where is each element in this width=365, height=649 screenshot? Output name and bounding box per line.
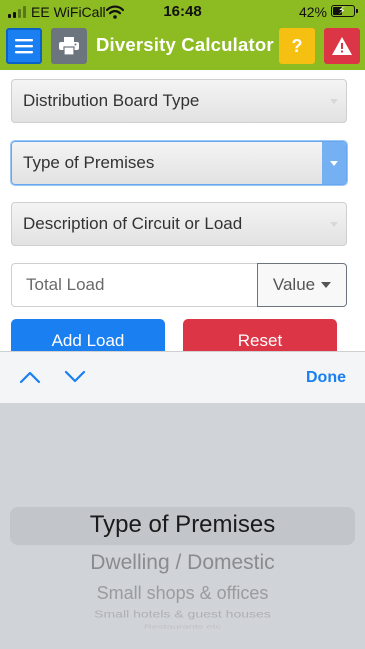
picker-option[interactable]: Restaurants etc xyxy=(0,624,365,630)
picker-toolbar: Done xyxy=(0,351,365,403)
total-load-input[interactable] xyxy=(11,263,258,307)
chevron-down-icon xyxy=(330,160,338,166)
value-dropdown-button[interactable]: Value xyxy=(257,263,347,307)
chevron-down-icon xyxy=(330,221,338,227)
battery-icon: ⚡ xyxy=(331,5,358,17)
distribution-board-type-select[interactable]: Distribution Board Type xyxy=(11,79,347,123)
caret-down-icon xyxy=(321,282,332,288)
battery-percent: 42% xyxy=(298,4,327,20)
print-button[interactable] xyxy=(51,28,87,64)
value-dropdown-label: Value xyxy=(272,275,316,294)
done-button[interactable]: Done xyxy=(306,369,346,387)
type-of-premises-select[interactable]: Type of Premises xyxy=(11,141,347,185)
picker-option-selected[interactable]: Type of Premises xyxy=(0,511,365,539)
charging-bolt-icon: ⚡ xyxy=(338,5,346,17)
select-caret-box xyxy=(322,80,346,122)
picker-option[interactable]: Small hotels & guest houses xyxy=(0,608,365,619)
picker-wheel[interactable]: Type of Premises Dwelling / Domestic Sma… xyxy=(0,403,365,649)
type-of-premises-label: Type of Premises xyxy=(23,153,155,172)
help-button[interactable]: ? xyxy=(279,28,315,64)
select-caret-box xyxy=(322,203,346,245)
picker-option[interactable]: Small shops & offices xyxy=(0,583,365,604)
select-caret-box xyxy=(322,142,346,184)
app-title: Diversity Calculator xyxy=(96,34,274,55)
chevron-down-icon xyxy=(330,98,338,104)
chevron-down-icon[interactable] xyxy=(64,370,86,384)
hamburger-menu-icon xyxy=(15,39,33,54)
menu-button[interactable] xyxy=(6,28,42,64)
circuit-description-label: Description of Circuit or Load xyxy=(23,214,243,233)
picker-option[interactable]: Dwelling / Domestic xyxy=(0,551,365,575)
warning-triangle-icon xyxy=(332,37,352,55)
printer-icon xyxy=(59,37,79,55)
app-header: EE WiFiCall 16:48 42% ⚡ Diversity Calcul… xyxy=(0,0,365,70)
chevron-up-icon[interactable] xyxy=(19,370,41,384)
circuit-description-select[interactable]: Description of Circuit or Load xyxy=(11,202,347,246)
warning-button[interactable] xyxy=(324,28,360,64)
status-bar: EE WiFiCall 16:48 42% ⚡ xyxy=(0,0,365,24)
distribution-board-type-label: Distribution Board Type xyxy=(23,91,200,110)
